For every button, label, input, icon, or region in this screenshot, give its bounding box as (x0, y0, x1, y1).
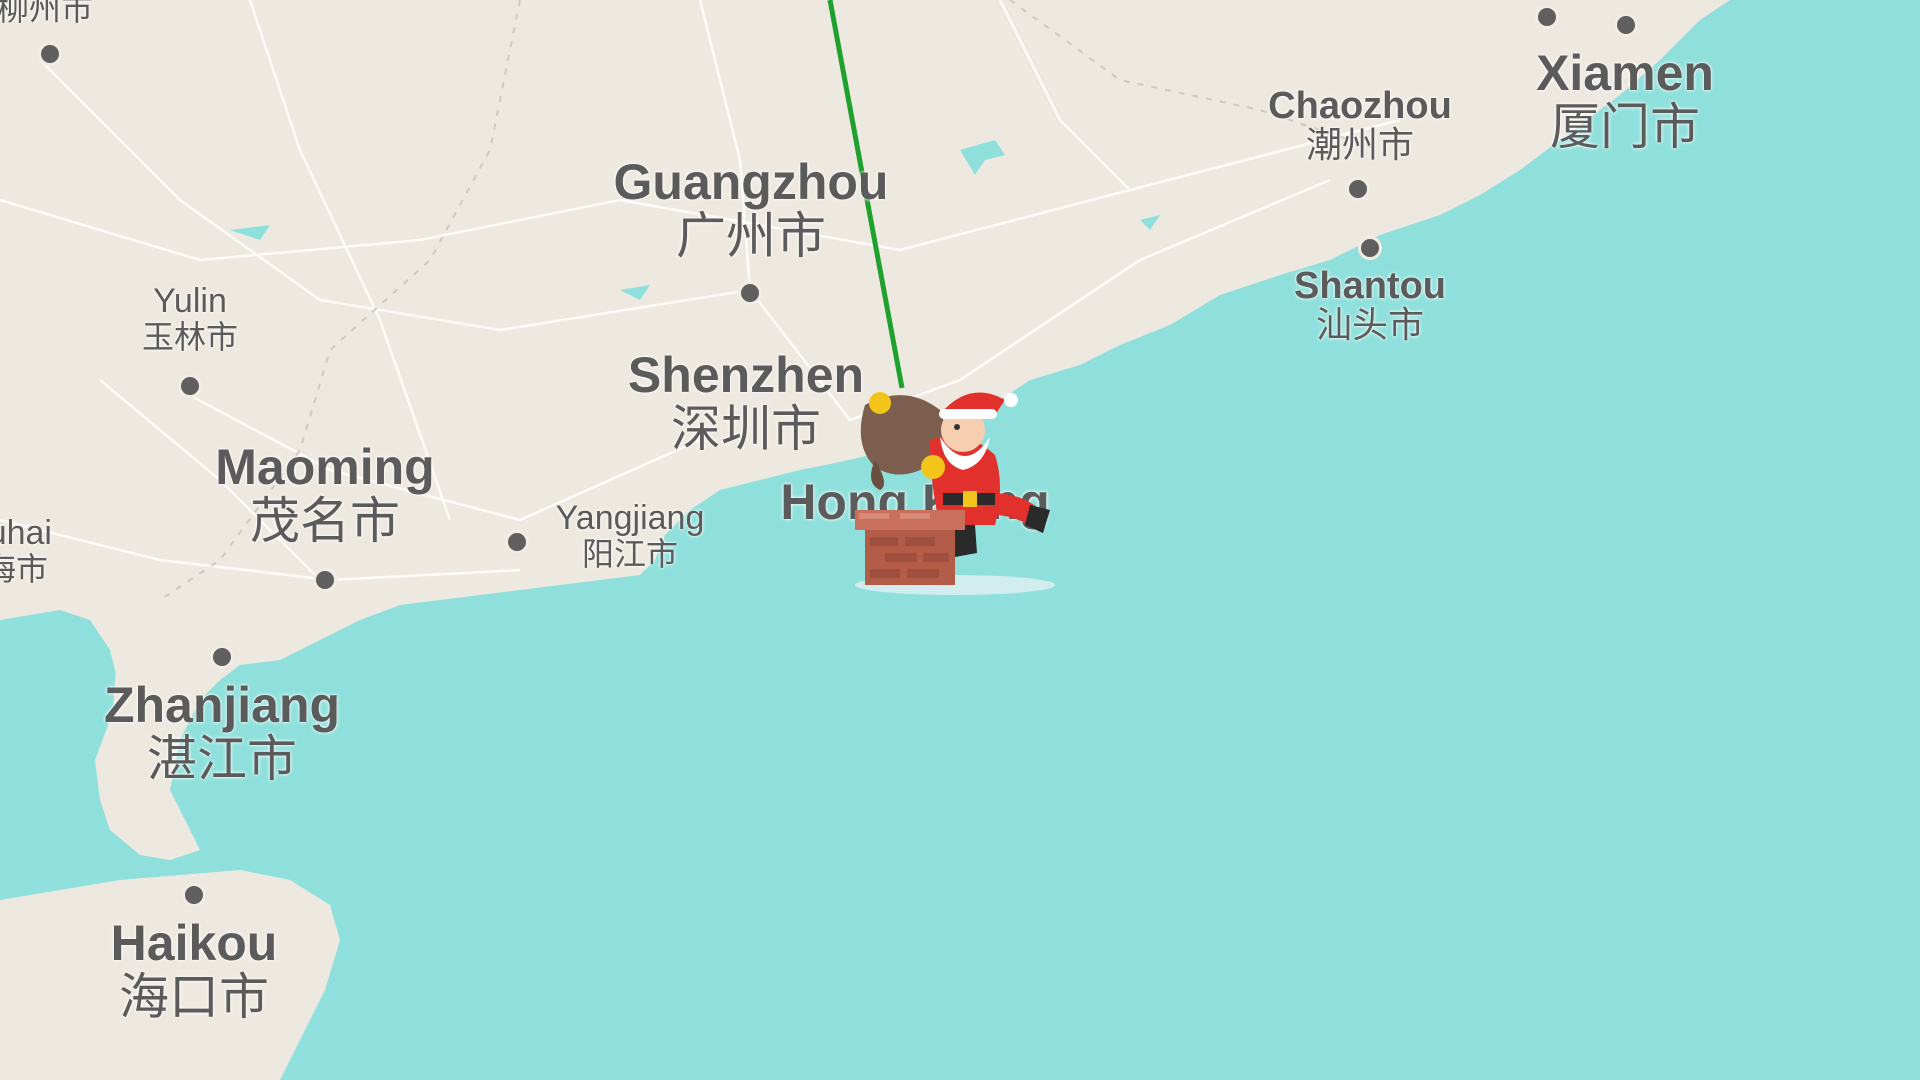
city-label-yangjiang[interactable]: Yangjiang 阳江市 (556, 500, 705, 571)
city-dot-xiamen[interactable] (1614, 13, 1638, 37)
city-dot-shantou[interactable] (1358, 236, 1382, 260)
city-label-chaozhou[interactable]: Chaozhou 潮州市 (1268, 85, 1452, 166)
city-label-zhuhai[interactable]: Zhuhai 珠海市 (0, 515, 52, 586)
city-dot-yulin[interactable] (178, 374, 202, 398)
city-label-liuzhou[interactable]: 柳州市 (0, 0, 93, 27)
city-dot-yangjiang[interactable] (505, 530, 529, 554)
city-label-yulin[interactable]: Yulin 玉林市 (142, 283, 238, 354)
city-label-maoming[interactable]: Maoming 茂名市 (215, 440, 434, 548)
city-dot-maoming[interactable] (313, 568, 337, 592)
city-label-xiamen[interactable]: Xiamen 厦门市 (1536, 46, 1714, 154)
city-label-shenzhen[interactable]: Shenzhen 深圳市 (628, 348, 864, 456)
city-dot-xiamen-west[interactable] (1535, 5, 1559, 29)
santa-on-chimney-icon[interactable] (845, 375, 1070, 605)
city-label-guangzhou[interactable]: Guangzhou 广州市 (614, 155, 889, 263)
city-dot-haikou[interactable] (182, 883, 206, 907)
city-label-shantou[interactable]: Shantou 汕头市 (1294, 265, 1446, 346)
city-dot-chaozhou[interactable] (1346, 177, 1370, 201)
city-label-haikou[interactable]: Haikou 海口市 (111, 916, 278, 1024)
city-dot-liuzhou[interactable] (38, 42, 62, 66)
city-dot-zhanjiang[interactable] (210, 645, 234, 669)
city-dot-guangzhou[interactable] (738, 281, 762, 305)
map-canvas[interactable]: 柳州市 Guangzhou 广州市 Shenzhen 深圳市 Hong Kong… (0, 0, 1920, 1080)
city-label-zhanjiang[interactable]: Zhanjiang 湛江市 (104, 678, 340, 786)
